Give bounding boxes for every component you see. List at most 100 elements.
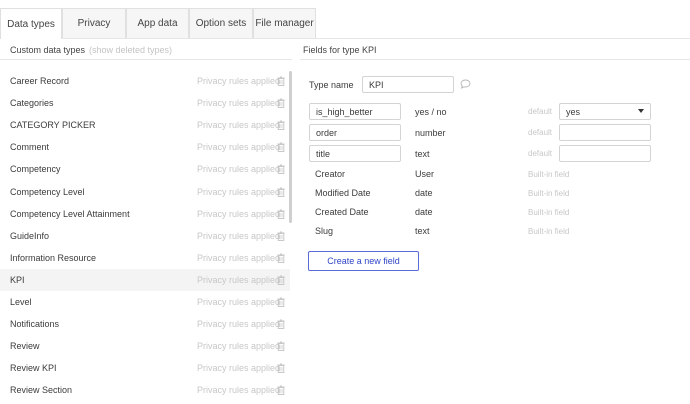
- builtin-field-type: date: [415, 188, 433, 198]
- builtin-field-name: Created Date: [315, 207, 369, 217]
- data-type-name: CATEGORY PICKER: [10, 120, 96, 131]
- right-header-divider: [300, 59, 690, 60]
- custom-data-types-title: Custom data types: [10, 45, 86, 55]
- data-type-name: Review: [10, 341, 40, 352]
- data-type-row[interactable]: Comment Privacy rules applied: [0, 136, 290, 158]
- builtin-field-label: Built-in field: [528, 208, 570, 217]
- builtin-field-label: Built-in field: [528, 170, 570, 179]
- privacy-rules-label[interactable]: Privacy rules applied: [197, 209, 280, 219]
- field-type-label: text: [415, 149, 430, 159]
- data-type-row[interactable]: Review Privacy rules applied: [0, 335, 290, 357]
- data-type-row[interactable]: Review Section Privacy rules applied: [0, 379, 290, 401]
- builtin-field-name: Modified Date: [315, 188, 371, 198]
- field-name-input[interactable]: order: [309, 124, 401, 141]
- field-type-label: number: [415, 128, 446, 138]
- builtin-field-type: User: [415, 169, 435, 179]
- default-value-input[interactable]: [559, 124, 651, 141]
- data-type-name: Competency Level Attainment: [10, 208, 130, 219]
- type-name-label: Type name: [309, 80, 354, 90]
- data-type-row[interactable]: Review KPI Privacy rules applied: [0, 357, 290, 379]
- privacy-rules-label[interactable]: Privacy rules applied: [197, 164, 280, 174]
- left-header-divider: [0, 59, 292, 60]
- privacy-rules-label[interactable]: Privacy rules applied: [197, 385, 280, 395]
- default-value-input[interactable]: [559, 145, 651, 162]
- create-new-field-button[interactable]: Create a new field: [308, 251, 419, 271]
- trash-icon[interactable]: [277, 385, 285, 396]
- privacy-rules-label[interactable]: Privacy rules applied: [197, 231, 280, 241]
- builtin-field-type: date: [415, 207, 433, 217]
- field-name-input[interactable]: is_high_better: [309, 103, 401, 120]
- data-type-name: GuideInfo: [10, 230, 50, 241]
- privacy-rules-label[interactable]: Privacy rules applied: [197, 341, 280, 351]
- builtin-field-label: Built-in field: [528, 227, 570, 236]
- trash-icon[interactable]: [277, 341, 285, 352]
- default-value-text: yes: [566, 106, 581, 117]
- privacy-rules-label[interactable]: Privacy rules applied: [197, 297, 280, 307]
- data-type-row[interactable]: Competency Privacy rules applied: [0, 158, 290, 180]
- field-name-input[interactable]: title: [309, 145, 401, 162]
- trash-icon[interactable]: [277, 187, 285, 197]
- privacy-rules-label[interactable]: Privacy rules applied: [197, 319, 280, 329]
- type-name-input[interactable]: KPI: [362, 76, 454, 93]
- fields-title: Fields for type KPI: [303, 45, 377, 55]
- data-type-row[interactable]: Categories Privacy rules applied: [0, 92, 290, 114]
- tab-data-types[interactable]: Data types: [0, 8, 62, 39]
- trash-icon[interactable]: [277, 231, 285, 241]
- data-type-name: Comment: [10, 142, 50, 153]
- tab-app-data[interactable]: App data: [126, 8, 189, 38]
- trash-icon[interactable]: [277, 253, 285, 263]
- data-type-name: Information Resource: [10, 252, 97, 263]
- trash-icon[interactable]: [277, 142, 285, 153]
- tab-bar: Data types Privacy App data Option sets …: [0, 0, 690, 39]
- privacy-rules-label[interactable]: Privacy rules applied: [197, 98, 280, 108]
- data-type-row[interactable]: GuideInfo Privacy rules applied: [0, 225, 290, 247]
- data-type-row[interactable]: Competency Level Attainment Privacy rules…: [0, 203, 290, 225]
- privacy-rules-label[interactable]: Privacy rules applied: [197, 120, 280, 130]
- show-deleted-types-link[interactable]: (show deleted types): [89, 45, 172, 55]
- data-type-name: Competency Level: [10, 186, 85, 197]
- data-type-row[interactable]: KPI Privacy rules applied: [0, 268, 290, 291]
- default-label: default: [528, 149, 553, 158]
- data-type-name: KPI: [10, 274, 25, 285]
- data-type-name: Competency: [10, 164, 61, 175]
- data-type-name: Notifications: [10, 319, 60, 330]
- tab-privacy[interactable]: Privacy: [62, 8, 126, 38]
- privacy-rules-label[interactable]: Privacy rules applied: [197, 275, 280, 285]
- data-type-row[interactable]: Competency Level Privacy rules applied: [0, 181, 290, 203]
- privacy-rules-label[interactable]: Privacy rules applied: [197, 363, 280, 373]
- data-type-name: Categories: [10, 98, 54, 109]
- trash-icon[interactable]: [277, 363, 285, 374]
- field-type-label: yes / no: [415, 107, 447, 117]
- trash-icon[interactable]: [277, 120, 285, 131]
- default-label: default: [528, 128, 553, 137]
- trash-icon[interactable]: [277, 98, 285, 109]
- data-type-row[interactable]: Notifications Privacy rules applied: [0, 313, 290, 335]
- builtin-field-label: Built-in field: [528, 189, 570, 198]
- trash-icon[interactable]: [277, 297, 285, 307]
- trash-icon[interactable]: [277, 164, 285, 175]
- data-type-row[interactable]: CATEGORY PICKER Privacy rules applied: [0, 114, 290, 136]
- data-type-row[interactable]: Level Privacy rules applied: [0, 291, 290, 313]
- list-scrollbar[interactable]: [289, 71, 292, 223]
- tab-file-manager[interactable]: File manager: [253, 8, 316, 38]
- builtin-field-name: Slug: [315, 226, 334, 236]
- privacy-rules-label[interactable]: Privacy rules applied: [197, 187, 280, 197]
- default-label: default: [528, 107, 553, 116]
- builtin-field-name: Creator: [315, 169, 346, 179]
- trash-icon[interactable]: [277, 275, 285, 285]
- data-type-row[interactable]: Information Resource Privacy rules applie…: [0, 247, 290, 269]
- tab-option-sets[interactable]: Option sets: [189, 8, 253, 38]
- data-type-name: Review Section: [10, 385, 73, 396]
- trash-icon[interactable]: [277, 76, 285, 86]
- privacy-rules-label[interactable]: Privacy rules applied: [197, 76, 280, 86]
- trash-icon[interactable]: [277, 319, 285, 330]
- data-type-name: Review KPI: [10, 363, 57, 374]
- data-type-row[interactable]: Career Record Privacy rules applied: [0, 70, 290, 92]
- privacy-rules-label[interactable]: Privacy rules applied: [197, 253, 280, 263]
- data-type-name: Level: [10, 297, 32, 307]
- data-type-name: Career Record: [10, 76, 70, 86]
- privacy-rules-label[interactable]: Privacy rules applied: [197, 142, 280, 152]
- default-value-select[interactable]: yes: [559, 103, 651, 120]
- comment-icon[interactable]: [460, 79, 471, 89]
- trash-icon[interactable]: [277, 209, 285, 219]
